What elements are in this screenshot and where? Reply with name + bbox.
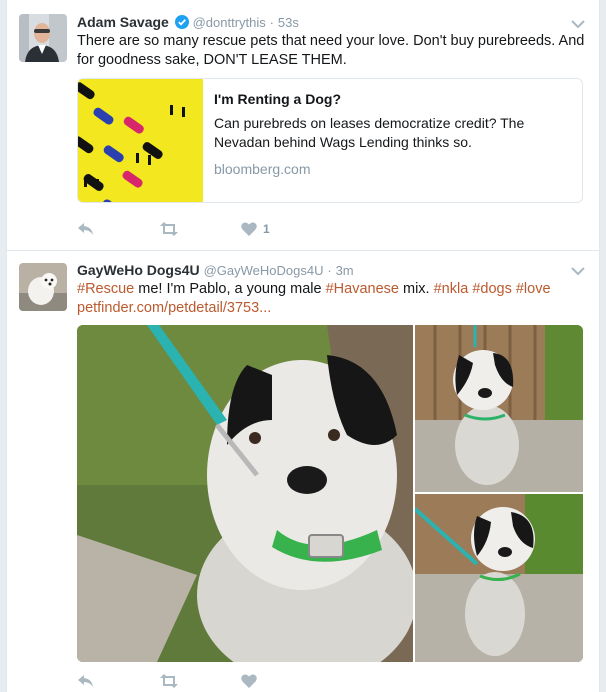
tweet-text: There are so many rescue pets that need … [77,33,585,68]
tweet-item[interactable]: GayWeHo Dogs4U @GayWeHoDogs4U · 3m #Resc… [7,251,599,692]
separator-dot: · [269,15,275,30]
retweet-icon [160,674,178,688]
author-fullname[interactable]: Adam Savage [77,14,169,30]
tweet-item[interactable]: Adam Savage @donttrythis · 53s There are… [7,0,599,251]
like-button[interactable]: 1 [241,220,270,238]
external-link[interactable]: petfinder.com/petdetail/3753... [77,300,271,316]
card-body: I'm Renting a Dog? Can purebreds on leas… [214,91,574,177]
hashtag-link[interactable]: #nkla [434,281,469,297]
hashtag-link[interactable]: #love [516,281,551,297]
tweet-text-segment: mix. [398,281,434,297]
tweet-timestamp[interactable]: 3m [336,263,354,278]
tweet-header: Adam Savage @donttrythis · 53s [77,14,299,32]
reply-icon [78,223,93,235]
retweet-icon [160,222,178,236]
separator-dot: · [327,263,332,278]
like-button[interactable] [241,672,257,690]
photo-thumb[interactable] [415,494,583,662]
tweet-header: GayWeHo Dogs4U @GayWeHoDogs4U · 3m [77,262,354,278]
tweet-text-segment: me! I'm Pablo, a young male [134,281,326,297]
card-image [78,79,203,202]
reply-button[interactable] [77,672,95,690]
link-card[interactable]: I'm Renting a Dog? Can purebreds on leas… [77,78,583,203]
card-title: I'm Renting a Dog? [214,91,341,107]
timeline-stream: Adam Savage @donttrythis · 53s There are… [6,0,600,692]
hashtag-link[interactable]: #Havanese [326,281,399,297]
heart-icon [241,222,257,236]
avatar[interactable] [19,263,67,311]
author-username[interactable]: @GayWeHoDogs4U [204,263,324,278]
reply-button[interactable] [77,220,95,238]
like-count: 1 [263,222,270,236]
author-username[interactable]: @donttrythis [193,15,266,30]
author-fullname[interactable]: GayWeHo Dogs4U [77,262,200,278]
photo-thumb[interactable] [415,325,583,492]
reply-icon [78,675,93,687]
verified-badge-icon [174,15,189,32]
hashtag-link[interactable]: #dogs [472,281,512,297]
retweet-button[interactable] [159,220,179,238]
photo-grid [77,325,583,662]
avatar[interactable] [19,14,67,62]
card-domain: bloomberg.com [214,161,311,177]
photo-main[interactable] [77,325,413,662]
heart-icon [241,674,257,688]
retweet-button[interactable] [159,672,179,690]
hashtag-link[interactable]: #Rescue [77,281,134,297]
caret-down-icon[interactable] [571,263,585,276]
tweet-timestamp[interactable]: 53s [278,15,299,30]
tweet-text: #Rescue me! I'm Pablo, a young male #Hav… [77,280,587,318]
caret-down-icon[interactable] [571,16,585,29]
card-description: Can purebreds on leases democratize cred… [214,115,525,150]
